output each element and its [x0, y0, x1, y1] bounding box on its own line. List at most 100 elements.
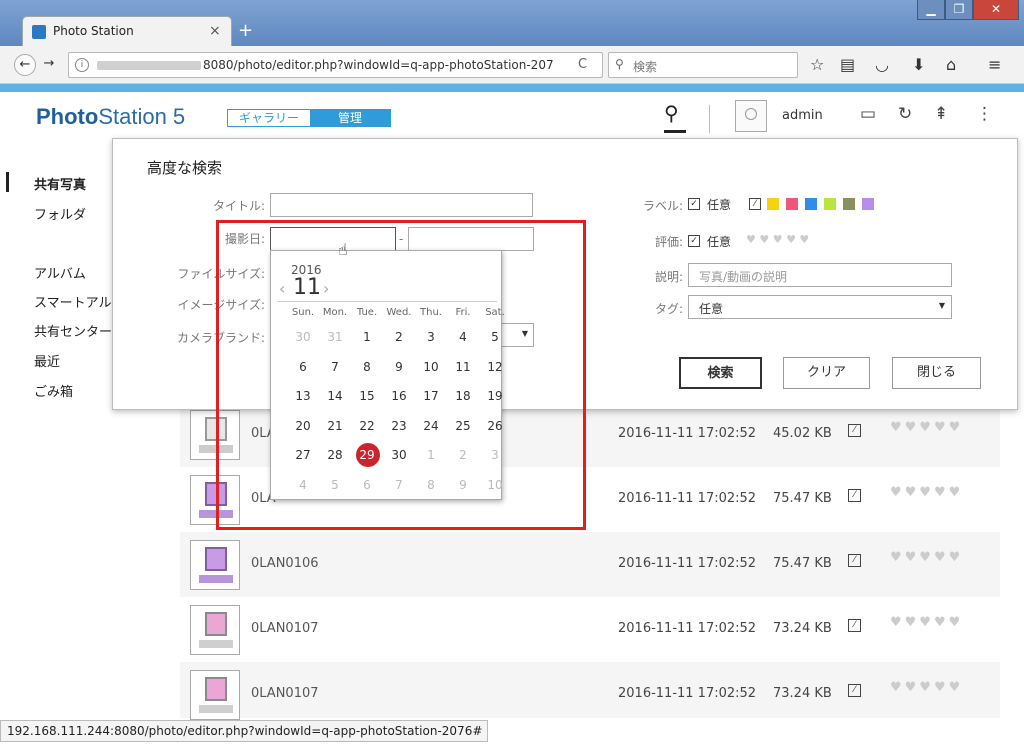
label-color-purple[interactable]	[862, 198, 874, 210]
calendar-day[interactable]: 16	[383, 385, 415, 407]
browser-tab[interactable]: Photo Station ×	[22, 16, 232, 46]
calendar-day[interactable]: 19	[479, 385, 511, 407]
calendar-day[interactable]: 15	[351, 385, 383, 407]
calendar-day[interactable]: 3	[415, 326, 447, 348]
address-bar[interactable]: i 8080/photo/editor.php?windowId=q-app-p…	[68, 52, 603, 78]
calendar-day[interactable]: 12	[479, 356, 511, 378]
rating-hearts[interactable]: ♥♥♥♥♥	[890, 680, 963, 695]
calendar-day[interactable]: 26	[479, 415, 511, 437]
sidebar-item-share-center[interactable]: 共有センター	[34, 321, 112, 340]
calendar-day[interactable]: 24	[415, 415, 447, 437]
rating-hearts[interactable]: ♥ ♥ ♥ ♥ ♥	[746, 233, 809, 246]
calendar-day[interactable]: 30	[287, 326, 319, 348]
calendar-day[interactable]: 10	[479, 474, 511, 496]
calendar-day[interactable]: 23	[383, 415, 415, 437]
description-input[interactable]: 写真/動画の説明	[688, 263, 952, 287]
sidebar-item-folders[interactable]: フォルダ	[34, 204, 86, 223]
calendar-day[interactable]: 31	[319, 326, 351, 348]
edit-label-icon[interactable]: ⁄	[848, 489, 861, 502]
download-icon[interactable]: ⬇	[912, 55, 925, 74]
calendar-day[interactable]: 5	[479, 326, 511, 348]
tag-select[interactable]: 任意 ▼	[688, 295, 952, 319]
calendar-day[interactable]: 2	[383, 326, 415, 348]
sidebar-item-smart-albums[interactable]: スマートアルバ	[34, 292, 124, 311]
calendar-day[interactable]: 6	[351, 474, 383, 496]
sidebar-item-recent[interactable]: 最近	[34, 351, 60, 370]
calendar-day[interactable]: 27	[287, 444, 319, 466]
calendar-day[interactable]: 17	[415, 385, 447, 407]
calendar-day[interactable]: 9	[447, 474, 479, 496]
sidebar-item-albums[interactable]: アルバム	[34, 263, 86, 282]
calendar-day[interactable]: 1	[351, 326, 383, 348]
calendar-day[interactable]: 28	[319, 444, 351, 466]
edit-label-icon[interactable]: ⁄	[848, 424, 861, 437]
label-color-lime[interactable]	[824, 198, 836, 210]
avatar[interactable]	[735, 100, 767, 132]
label-color-blue[interactable]	[805, 198, 817, 210]
window-maximize-button[interactable]: ❐	[945, 0, 973, 20]
cast-icon[interactable]: ▭	[860, 104, 876, 124]
calendar-day[interactable]: 10	[415, 356, 447, 378]
rating-hearts[interactable]: ♥♥♥♥♥	[890, 550, 963, 565]
calendar-day[interactable]: 6	[287, 356, 319, 378]
label-any-checkbox[interactable]: ✓	[688, 198, 700, 210]
calendar-day[interactable]: 1	[415, 444, 447, 466]
window-minimize-button[interactable]: ▁	[917, 0, 945, 20]
label-color-yellow[interactable]	[767, 198, 779, 210]
calendar-day[interactable]: 3	[479, 444, 511, 466]
table-row[interactable]: 0LAN0107 2016-11-11 17:02:52 73.24 KB ⁄ …	[180, 662, 1000, 720]
site-info-icon[interactable]: i	[75, 58, 89, 72]
rating-any-checkbox[interactable]: ✓	[688, 235, 700, 247]
calendar-day[interactable]: 13	[287, 385, 319, 407]
calendar-day[interactable]: 18	[447, 385, 479, 407]
browser-search-input[interactable]: ⚲ 検索	[608, 52, 798, 78]
more-options-icon[interactable]: ⋮	[976, 104, 993, 124]
calendar-day[interactable]: 2	[447, 444, 479, 466]
rating-hearts[interactable]: ♥♥♥♥♥	[890, 615, 963, 630]
calendar-day[interactable]: 11	[447, 356, 479, 378]
table-row[interactable]: 0LAN0106 2016-11-11 17:02:52 75.47 KB ⁄ …	[180, 532, 1000, 597]
edit-label-icon[interactable]: ⁄	[848, 619, 861, 632]
pocket-icon[interactable]: ◡	[875, 55, 889, 74]
reload-icon[interactable]: C	[578, 57, 587, 72]
calendar-day[interactable]: 4	[287, 474, 319, 496]
reading-list-icon[interactable]: ▤	[840, 55, 855, 74]
menu-icon[interactable]: ≡	[988, 55, 1001, 74]
calendar-day[interactable]: 5	[319, 474, 351, 496]
table-row[interactable]: 0LAN0107 2016-11-11 17:02:52 73.24 KB ⁄ …	[180, 597, 1000, 662]
label-color-pink[interactable]	[786, 198, 798, 210]
forward-icon[interactable]: →	[38, 54, 60, 76]
calendar-day[interactable]: 4	[447, 326, 479, 348]
calendar-day[interactable]: 7	[383, 474, 415, 496]
sidebar-item-shared-photos[interactable]: 共有写真	[34, 174, 86, 193]
calendar-day[interactable]: 20	[287, 415, 319, 437]
calendar-day[interactable]: 8	[351, 356, 383, 378]
username[interactable]: admin	[782, 108, 823, 123]
title-input[interactable]	[270, 193, 533, 217]
search-button[interactable]: 検索	[679, 357, 762, 389]
selected-day[interactable]: 29	[351, 443, 383, 467]
rating-hearts[interactable]: ♥♥♥♥♥	[890, 420, 963, 435]
close-button[interactable]: 閉じる	[892, 357, 981, 389]
refresh-icon[interactable]: ↻	[898, 104, 912, 124]
edit-label-icon[interactable]: ⁄	[848, 684, 861, 697]
gallery-mode-tab[interactable]: ギャラリー	[228, 110, 310, 126]
upload-icon[interactable]: ⇞	[934, 104, 948, 124]
manage-mode-tab[interactable]: 管理	[310, 110, 390, 126]
calendar-day[interactable]: 9	[383, 356, 415, 378]
rating-hearts[interactable]: ♥♥♥♥♥	[890, 485, 963, 500]
calendar-day[interactable]: 8	[415, 474, 447, 496]
edit-label-icon[interactable]: ⁄	[848, 554, 861, 567]
window-close-button[interactable]: ✕	[973, 0, 1019, 20]
label-color-olive[interactable]	[843, 198, 855, 210]
calendar-day[interactable]: 22	[351, 415, 383, 437]
bookmark-star-icon[interactable]: ☆	[810, 55, 824, 74]
calendar-day[interactable]: 21	[319, 415, 351, 437]
tab-close-icon[interactable]: ×	[209, 23, 221, 39]
calendar-day[interactable]: 30	[383, 444, 415, 466]
app-search-icon[interactable]: ⚲	[664, 101, 679, 125]
calendar-day[interactable]: 14	[319, 385, 351, 407]
clear-button[interactable]: クリア	[783, 357, 870, 389]
calendar-day[interactable]: 25	[447, 415, 479, 437]
sidebar-item-trash[interactable]: ごみ箱	[34, 381, 73, 400]
